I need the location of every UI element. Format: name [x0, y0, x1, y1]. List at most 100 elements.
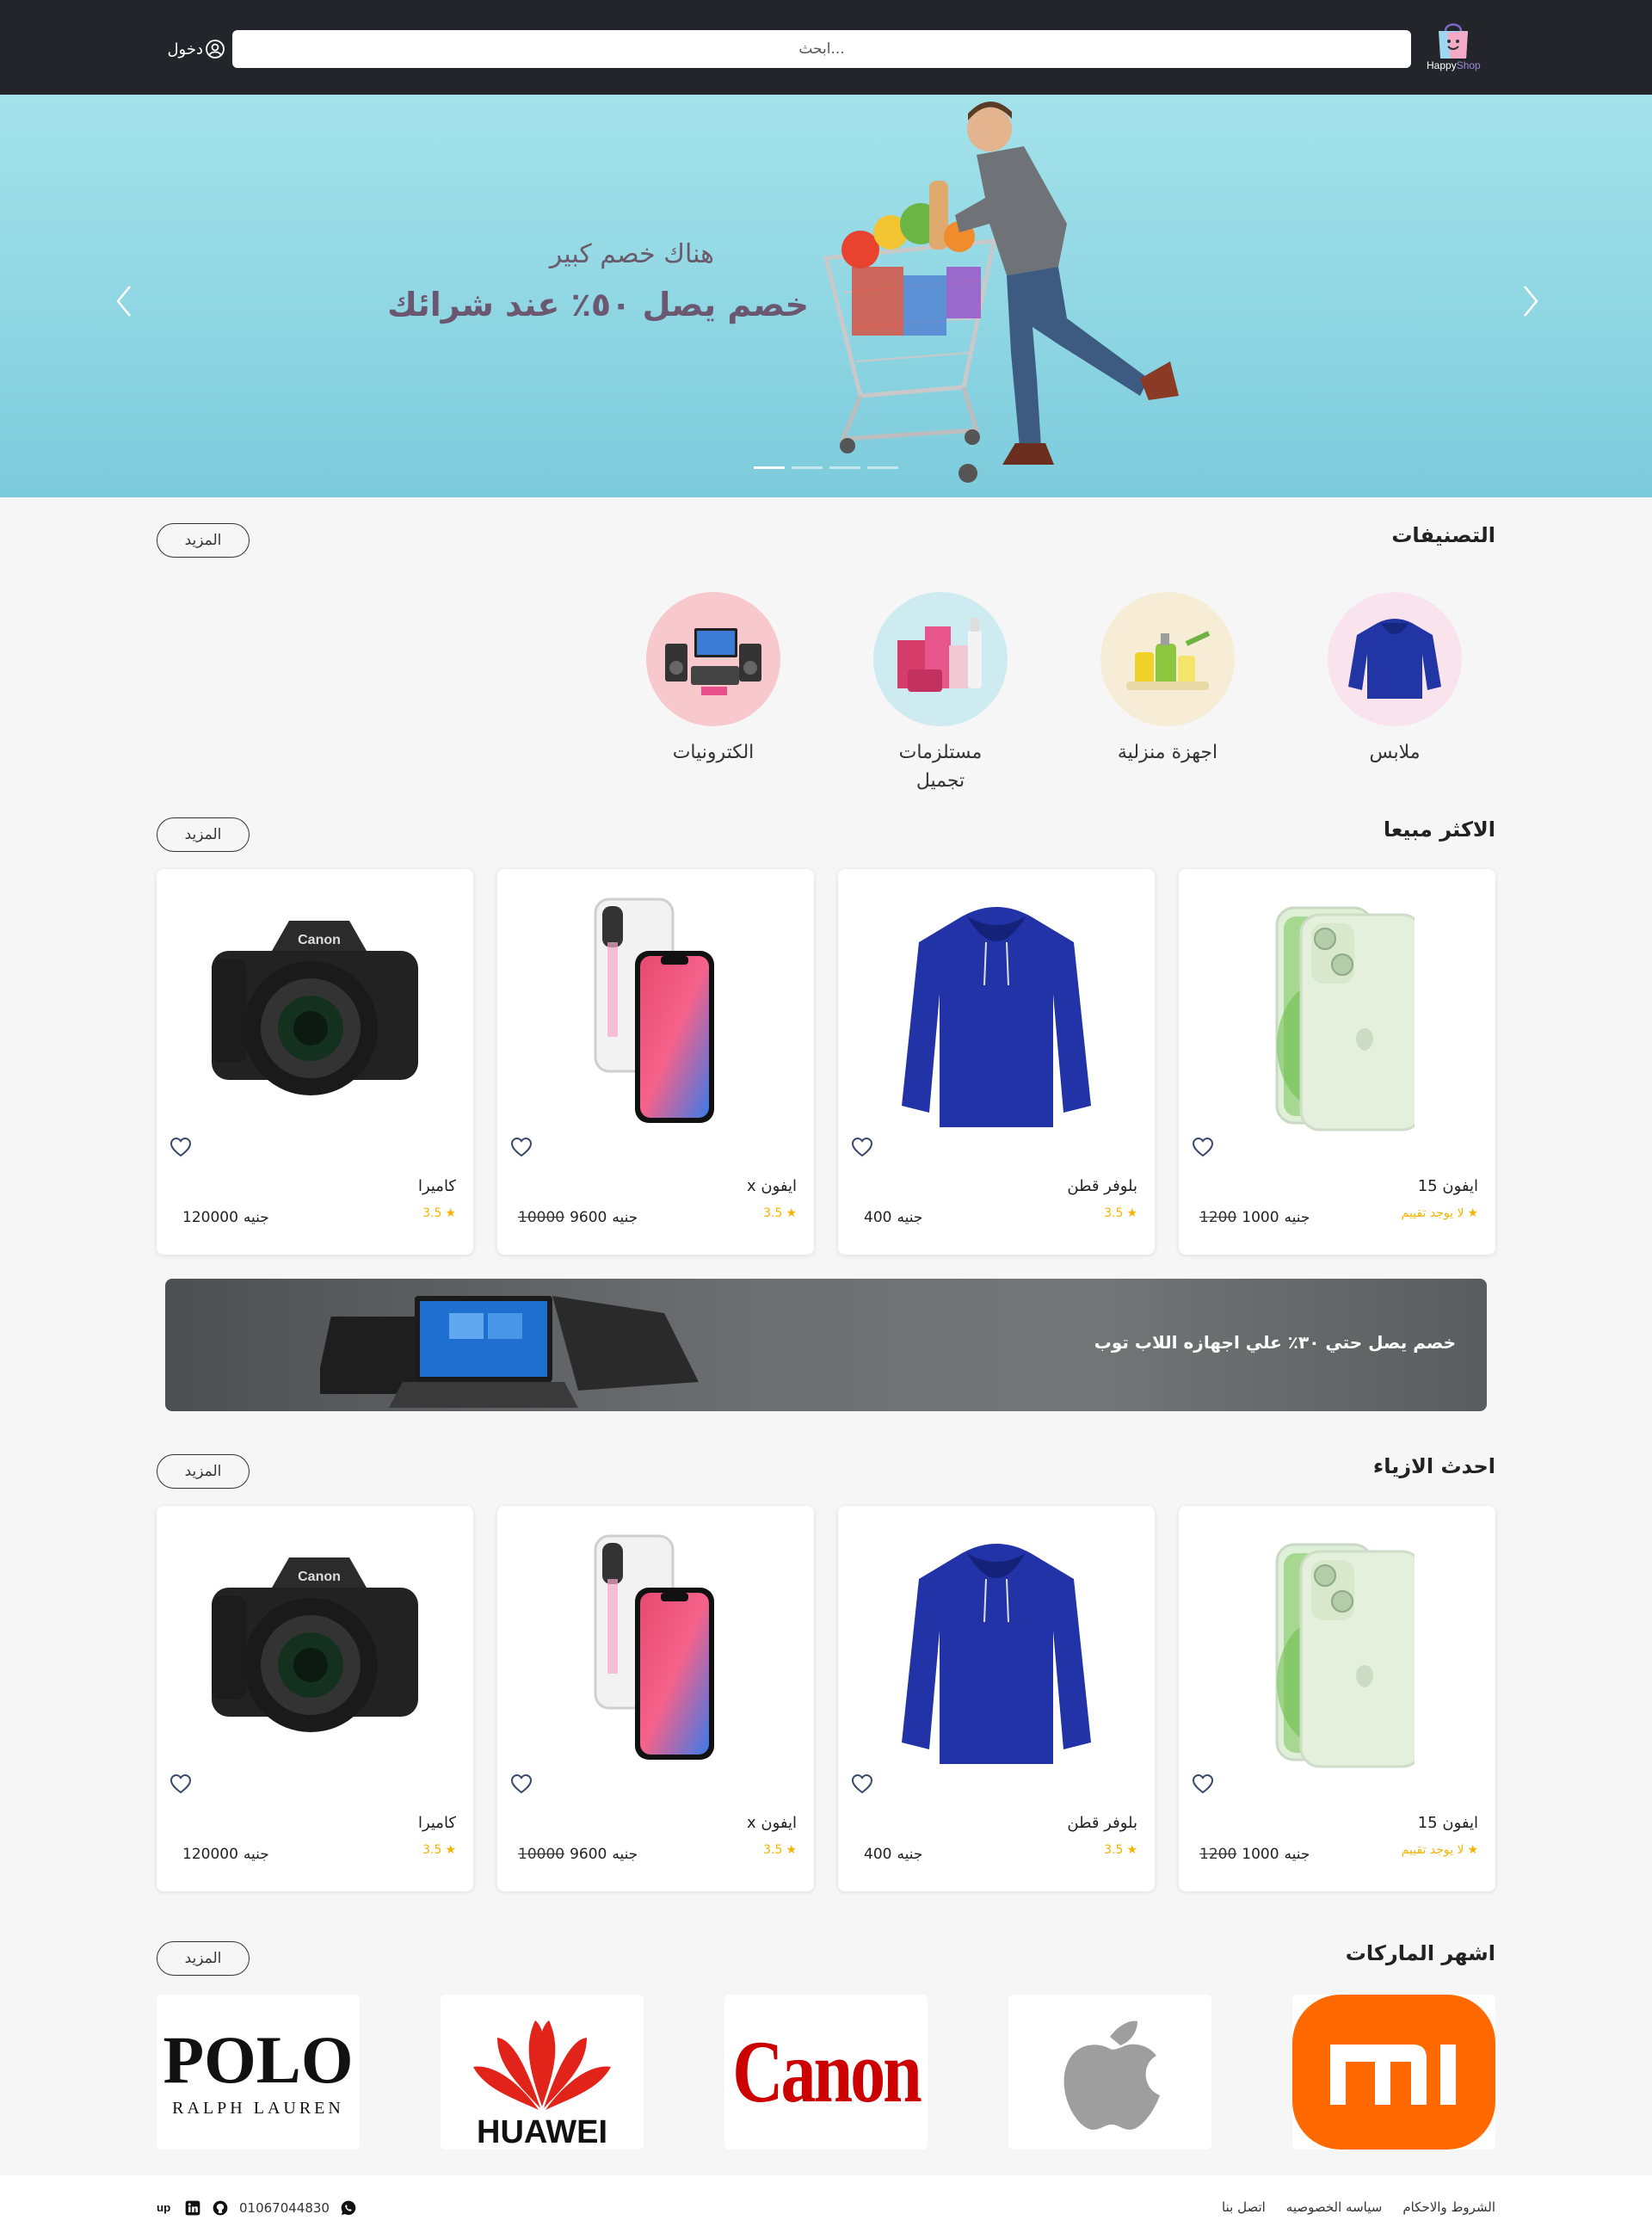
- latest-fashion-more-button[interactable]: المزيد: [157, 1454, 250, 1489]
- star-icon: ★: [1126, 1206, 1137, 1220]
- product-price: جنيه 120000: [182, 1209, 269, 1226]
- product-price: جنيه 120000: [182, 1846, 269, 1863]
- xiaomi-logo: [1292, 1995, 1495, 2150]
- whatsapp-icon[interactable]: [340, 2199, 357, 2217]
- product-image: [1208, 1523, 1466, 1773]
- star-icon: ★: [445, 1843, 456, 1857]
- product-image: [1208, 886, 1466, 1136]
- product-rating: ★ 3.5: [763, 1843, 797, 1857]
- heart-icon[interactable]: [1191, 1136, 1215, 1158]
- product-price: جنيه 400: [864, 1209, 923, 1226]
- search-input[interactable]: [232, 30, 1411, 68]
- carousel-indicator-1[interactable]: [754, 466, 785, 469]
- category-circle: [873, 592, 1008, 726]
- brand-apple[interactable]: [1008, 1995, 1211, 2150]
- carousel-indicator-4[interactable]: [867, 466, 898, 469]
- contact-link[interactable]: اتصل بنا: [1222, 2199, 1266, 2215]
- product-name: ايفون 15: [1417, 1177, 1478, 1195]
- product-card-camera[interactable]: Canon كاميرا ★ 3.5 جنيه 120000: [157, 1506, 473, 1891]
- cleaning-products-icon: [1126, 631, 1211, 690]
- brand-xiaomi[interactable]: [1292, 1995, 1495, 2150]
- product-name: كاميرا: [417, 1177, 456, 1195]
- privacy-link[interactable]: سياسه الخصوصيه: [1286, 2199, 1383, 2215]
- heart-icon[interactable]: [169, 1773, 193, 1795]
- categories-more-button[interactable]: المزيد: [157, 523, 250, 558]
- product-card-iphone-15[interactable]: ايفون 15 ★ لا يوجد تقييم جنيه 1000 1200: [1179, 869, 1495, 1255]
- product-name: بلوفر قطن: [1067, 1814, 1137, 1832]
- product-card-iphone-x[interactable]: ايفون x ★ 3.5 جنيه 9600 10000: [497, 1506, 814, 1891]
- iphone-15-image: [1275, 906, 1415, 1132]
- category-label: الكترونيات: [672, 742, 755, 763]
- heart-icon[interactable]: [509, 1773, 533, 1795]
- product-image: [527, 886, 785, 1136]
- hero-carousel: هناك خصم كبير خصم يصل ٥٠٪ عند شرائك: [0, 95, 1652, 497]
- hoodie-icon: [1348, 619, 1441, 699]
- categories-title: التصنيفات: [1391, 523, 1495, 547]
- category-label: اجهزة منزلية: [1117, 742, 1218, 763]
- top-navbar: HappyShop دخول: [0, 0, 1652, 95]
- carousel-indicator-3[interactable]: [829, 466, 860, 469]
- heart-icon[interactable]: [850, 1773, 874, 1795]
- brand-canon[interactable]: Canon: [724, 1995, 928, 2150]
- login-label: دخول: [167, 40, 203, 59]
- category-label: ملابس: [1369, 742, 1421, 763]
- terms-link[interactable]: الشروط والاحكام: [1402, 2199, 1495, 2215]
- upwork-icon[interactable]: up: [157, 2199, 174, 2217]
- carousel-indicators: [754, 466, 898, 469]
- product-card-camera[interactable]: Canon كاميرا ★ 3.5 جنيه 120000: [157, 869, 473, 1255]
- linkedin-icon[interactable]: [184, 2199, 201, 2217]
- polo-subtext: RALPH LAUREN: [172, 2098, 344, 2118]
- electronics-icon: [665, 628, 761, 695]
- category-cosmetics[interactable]: مستلزمات تجميل: [867, 592, 1014, 795]
- blue-hoodie-image: [902, 907, 1091, 1127]
- star-icon: ★: [1467, 1206, 1478, 1220]
- canon-logo: Canon: [732, 2022, 922, 2121]
- product-name: ايفون x: [746, 1177, 797, 1195]
- heart-icon[interactable]: [850, 1136, 874, 1158]
- blue-hoodie-image: [902, 1544, 1091, 1764]
- iphone-x-image: [594, 897, 714, 1123]
- site-logo[interactable]: HappyShop: [1427, 21, 1481, 71]
- footer: الشروط والاحكام سياسه الخصوصيه اتصل بنا …: [0, 2175, 1652, 2239]
- cosmetics-icon: [897, 618, 982, 692]
- star-icon: ★: [445, 1206, 456, 1220]
- product-card-iphone-x[interactable]: ايفون x ★ 3.5 جنيه 9600 10000: [497, 869, 814, 1255]
- github-icon[interactable]: [212, 2199, 229, 2217]
- heart-icon[interactable]: [1191, 1773, 1215, 1795]
- star-icon: ★: [786, 1206, 797, 1220]
- product-price: جنيه 400: [864, 1846, 923, 1863]
- huawei-wordmark: HUAWEI: [477, 2114, 607, 2150]
- iphone-x-image: [594, 1534, 714, 1760]
- laptop-promo-banner[interactable]: خصم يصل حتي ٣٠٪ علي اجهازه اللاب توب: [165, 1279, 1487, 1411]
- banner-text: خصم يصل حتي ٣٠٪ علي اجهازه اللاب توب: [1094, 1332, 1456, 1353]
- svg-text:Canon: Canon: [298, 1570, 341, 1584]
- category-electronics[interactable]: الكترونيات: [640, 592, 786, 767]
- carousel-indicator-2[interactable]: [792, 466, 823, 469]
- product-card-iphone-15[interactable]: ايفون 15 ★ لا يوجد تقييم جنيه 1000 1200: [1179, 1506, 1495, 1891]
- category-label: مستلزمات تجميل: [898, 742, 983, 792]
- brand-polo[interactable]: POLO RALPH LAUREN: [157, 1995, 360, 2150]
- hero-subtitle: هناك خصم كبير: [549, 239, 714, 269]
- svg-text:up: up: [157, 2201, 170, 2214]
- category-clothes[interactable]: ملابس: [1322, 592, 1468, 767]
- product-card-cotton-pullover[interactable]: بلوفر قطن ★ 3.5 جنيه 400: [838, 1506, 1155, 1891]
- apple-logo: [1063, 2020, 1160, 2130]
- category-circle: [1328, 592, 1462, 726]
- brands-more-button[interactable]: المزيد: [157, 1941, 250, 1976]
- category-home-appliances[interactable]: اجهزة منزلية: [1094, 592, 1241, 767]
- product-card-cotton-pullover[interactable]: بلوفر قطن ★ 3.5 جنيه 400: [838, 869, 1155, 1255]
- carousel-next-arrow-icon[interactable]: [1513, 280, 1547, 323]
- product-price: جنيه 9600 10000: [518, 1209, 638, 1226]
- brand-huawei[interactable]: HUAWEI: [441, 1995, 644, 2150]
- star-icon: ★: [1126, 1843, 1137, 1857]
- carousel-prev-arrow-icon[interactable]: [108, 280, 142, 323]
- polo-logo: POLO RALPH LAUREN: [163, 2026, 353, 2119]
- heart-icon[interactable]: [169, 1136, 193, 1158]
- category-circle: [1100, 592, 1235, 726]
- heart-icon[interactable]: [509, 1136, 533, 1158]
- best-sellers-more-button[interactable]: المزيد: [157, 817, 250, 852]
- product-image: [867, 886, 1125, 1136]
- canon-camera-image: Canon: [212, 1557, 418, 1732]
- login-button[interactable]: دخول: [163, 34, 225, 64]
- product-name: بلوفر قطن: [1067, 1177, 1137, 1195]
